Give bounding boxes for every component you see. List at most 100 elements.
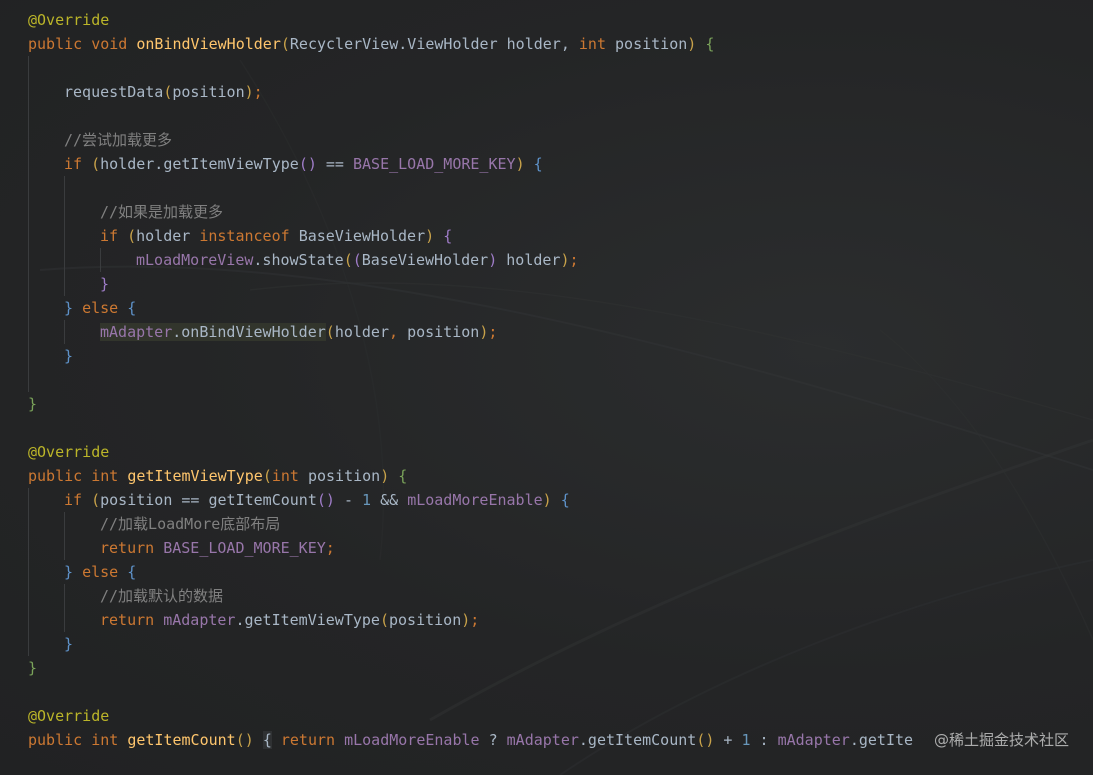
indent-guide <box>28 560 29 584</box>
code-line[interactable]: @Override <box>0 704 1093 728</box>
code-line[interactable]: } <box>0 656 1093 680</box>
code-token: } <box>100 275 110 293</box>
code-token: .onBindViewHolder <box>172 323 326 341</box>
code-token: ; <box>470 611 480 629</box>
code-token: ( <box>91 155 101 173</box>
code-token: .getItemViewType <box>235 611 380 629</box>
code-token: instanceof <box>199 227 299 245</box>
indent-guide <box>28 344 29 368</box>
code-line-content: if (holder.getItemViewType() == BASE_LOA… <box>64 155 543 173</box>
code-editor[interactable]: @Override public void onBindViewHolder(Re… <box>0 0 1093 775</box>
code-token: @Override <box>28 11 110 29</box>
code-token: .getItemCount <box>578 731 697 749</box>
code-token: public void <box>28 35 137 53</box>
indent-guide <box>28 272 29 296</box>
code-line[interactable] <box>0 680 1093 704</box>
code-line[interactable]: mLoadMoreView.showState((BaseViewHolder)… <box>0 248 1093 272</box>
code-token: { <box>560 491 570 509</box>
code-line[interactable]: public int getItemCount() { return mLoad… <box>0 728 1093 752</box>
code-line[interactable]: //加载默认的数据 <box>0 584 1093 608</box>
code-line[interactable]: public void onBindViewHolder(RecyclerVie… <box>0 32 1093 56</box>
code-token: return <box>280 731 345 749</box>
code-line[interactable]: requestData(position); <box>0 80 1093 104</box>
code-line-content: return mAdapter.getItemViewType(position… <box>100 611 479 629</box>
indent-guide <box>64 320 65 344</box>
code-line-content: public void onBindViewHolder(RecyclerVie… <box>28 35 714 53</box>
code-token: ; <box>569 251 579 269</box>
code-line[interactable] <box>0 56 1093 80</box>
code-line[interactable]: @Override <box>0 8 1093 32</box>
code-token: ) <box>425 227 435 245</box>
code-line[interactable] <box>0 416 1093 440</box>
code-token: else <box>82 563 128 581</box>
indent-guide <box>64 584 65 608</box>
code-token: BaseViewHolder <box>361 251 489 269</box>
indent-guide <box>64 608 65 632</box>
code-token: } <box>28 395 38 413</box>
indent-guide <box>64 248 65 272</box>
indent-guide <box>28 80 29 104</box>
code-line[interactable]: //如果是加载更多 <box>0 200 1093 224</box>
code-line[interactable] <box>0 176 1093 200</box>
code-token: () <box>316 491 335 509</box>
code-token: ( <box>343 251 353 269</box>
code-line[interactable]: mAdapter.onBindViewHolder(holder, positi… <box>0 320 1093 344</box>
code-line[interactable]: if (holder instanceof BaseViewHolder) { <box>0 224 1093 248</box>
code-token: ) <box>461 611 471 629</box>
code-token: () <box>235 731 254 749</box>
code-line[interactable]: if (holder.getItemViewType() == BASE_LOA… <box>0 152 1093 176</box>
code-token: return <box>100 539 164 557</box>
code-area[interactable]: @Override public void onBindViewHolder(Re… <box>0 8 1093 752</box>
code-token: 1 <box>362 491 372 509</box>
code-line[interactable]: //加载LoadMore底部布局 <box>0 512 1093 536</box>
code-token: ) <box>515 155 525 173</box>
code-line[interactable]: return mAdapter.getItemViewType(position… <box>0 608 1093 632</box>
code-token: position <box>172 83 245 101</box>
indent-guide <box>28 608 29 632</box>
code-token: ? <box>479 731 507 749</box>
code-token: == <box>316 155 353 173</box>
code-token: } <box>64 347 74 365</box>
code-line[interactable]: } else { <box>0 296 1093 320</box>
code-token: public int <box>28 731 128 749</box>
indent-guide <box>28 512 29 536</box>
code-token: } <box>64 635 74 653</box>
code-line-content: } <box>28 659 37 677</box>
code-token: - <box>334 491 363 509</box>
code-line[interactable] <box>0 104 1093 128</box>
code-line[interactable]: return BASE_LOAD_MORE_KEY; <box>0 536 1093 560</box>
code-token: int <box>578 35 616 53</box>
watermark: @稀土掘金技术社区 <box>933 731 1069 749</box>
code-token: 1 <box>741 731 751 749</box>
code-line[interactable]: public int getItemViewType(int position)… <box>0 464 1093 488</box>
code-line[interactable]: } <box>0 632 1093 656</box>
indent-guide <box>64 200 65 224</box>
code-line[interactable]: //尝试加载更多 <box>0 128 1093 152</box>
code-token: { <box>127 299 137 317</box>
code-line[interactable]: } <box>0 272 1093 296</box>
code-token: : <box>750 731 778 749</box>
indent-guide <box>28 488 29 512</box>
code-line[interactable]: @Override <box>0 440 1093 464</box>
code-token: @Override <box>28 443 110 461</box>
indent-guide <box>28 248 29 272</box>
code-token: getItemCount <box>127 731 236 749</box>
code-line-content: mAdapter.onBindViewHolder(holder, positi… <box>100 323 497 341</box>
code-line-content: if (holder instanceof BaseViewHolder) { <box>100 227 452 245</box>
code-token: mAdapter <box>506 731 579 749</box>
code-line[interactable]: } <box>0 392 1093 416</box>
code-token: //尝试加载更多 <box>64 131 173 149</box>
indent-guide <box>28 224 29 248</box>
code-token: () <box>298 155 317 173</box>
code-token: ) <box>542 491 552 509</box>
code-token: mAdapter <box>163 611 236 629</box>
code-line[interactable]: if (position == getItemCount() - 1 && mL… <box>0 488 1093 512</box>
code-line[interactable]: } else { <box>0 560 1093 584</box>
code-line[interactable] <box>0 368 1093 392</box>
code-line[interactable]: } <box>0 344 1093 368</box>
code-token: holder <box>136 227 200 245</box>
code-line-content: } <box>64 635 73 653</box>
